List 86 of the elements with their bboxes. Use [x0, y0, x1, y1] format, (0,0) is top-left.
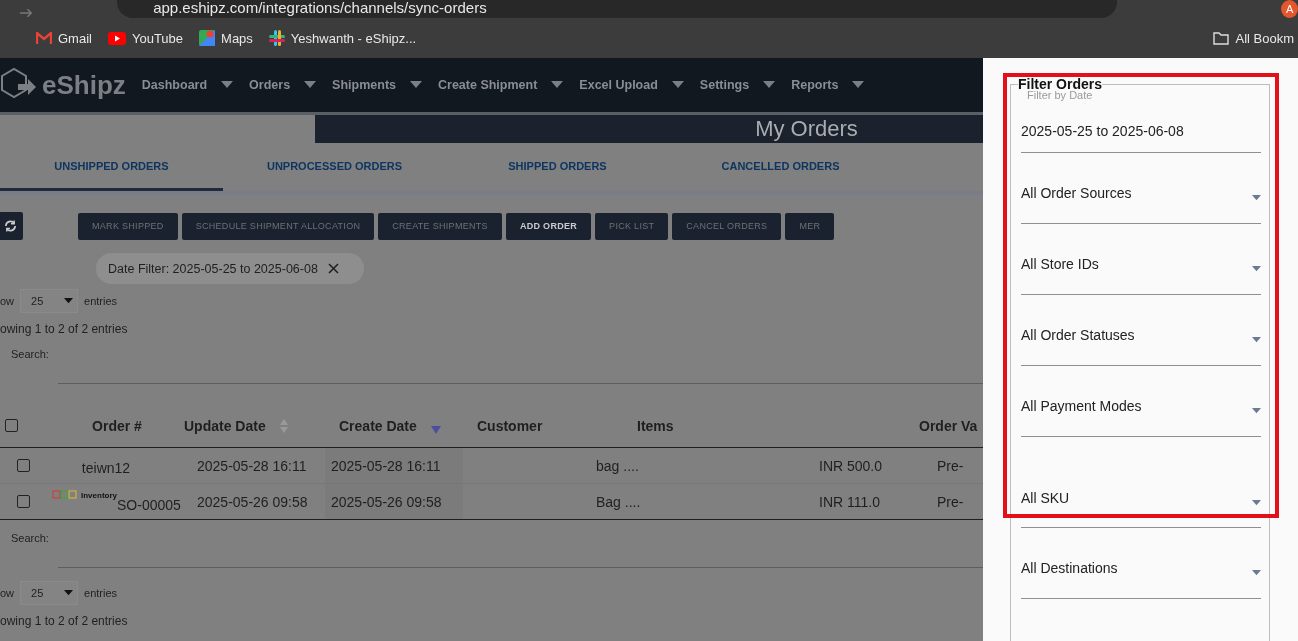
caret-icon: [551, 81, 564, 89]
bookmark-link[interactable]: Yeshwanth - eShipz...: [268, 30, 417, 46]
address-bar[interactable]: app.eshipz.com/integrations/channels/sync-orders: [117, 0, 1118, 18]
entries-select[interactable]: 25: [20, 289, 79, 313]
column-header[interactable]: Order Va: [915, 404, 983, 447]
caret-icon: [852, 81, 865, 89]
filter-select[interactable]: All Destinations: [1021, 528, 1261, 599]
caret-icon: [410, 81, 422, 89]
entries-label: entries: [84, 295, 118, 307]
show-label: ow: [0, 587, 15, 599]
nav-menu-item[interactable]: Dashboard: [141, 78, 234, 92]
create-date-cell: 2025-05-26 09:58: [325, 484, 463, 519]
date-field-label: Filter by Date: [1027, 89, 1094, 101]
create-date-cell: 2025-05-28 16:11: [325, 448, 463, 483]
items-cell-text: bag ....: [595, 456, 640, 476]
entries-info: owing 1 to 2 of 2 entries: [0, 614, 129, 628]
select-all-checkbox[interactable]: [5, 419, 18, 432]
hash-icon: [268, 30, 285, 46]
search-label: Search:: [11, 532, 49, 544]
nav-menu-item[interactable]: Reports: [791, 78, 865, 92]
nav-menu-item[interactable]: Shipments: [332, 78, 422, 92]
caret-icon: [304, 81, 317, 89]
nav-menu-item[interactable]: Excel Upload: [579, 78, 684, 92]
column-header[interactable]: Customer: [463, 404, 590, 447]
payment-cell-text: Pre-: [936, 456, 965, 476]
dropdown-arrow-icon: [1252, 195, 1261, 201]
dropdown-arrow-icon: [1252, 408, 1261, 414]
logo-text: eShipz: [42, 69, 126, 101]
dropdown-arrow-icon: [1252, 337, 1261, 343]
caret-icon: [763, 81, 776, 89]
column-header[interactable]: Items: [590, 404, 790, 447]
orders-tab[interactable]: SHIPPED ORDERS: [446, 143, 669, 191]
date-range-field[interactable]: 2025-05-25 to 2025-06-08: [1021, 113, 1261, 153]
orders-tab[interactable]: UNPROCESSED ORDERS: [223, 143, 446, 191]
action-button[interactable]: ADD ORDER: [505, 212, 592, 240]
order-number: SO-00005: [117, 496, 181, 513]
search-label: Search:: [11, 348, 49, 360]
refresh-icon: [4, 219, 17, 233]
bookmark-link[interactable]: YouTube: [107, 30, 184, 46]
filter-select[interactable]: All Store IDs: [1021, 224, 1261, 295]
inventory-logo: Inventory: [52, 490, 117, 500]
order-number: teiwn12: [81, 459, 131, 476]
profile-avatar[interactable]: A: [1281, 0, 1298, 18]
forward-arrow-icon[interactable]: [20, 8, 34, 18]
filter-select[interactable]: All SKU: [1021, 457, 1261, 528]
filter-select[interactable]: All Order Statuses: [1021, 295, 1261, 366]
mail-icon: [36, 32, 52, 44]
row-checkbox[interactable]: [17, 459, 30, 472]
map-icon: [199, 30, 216, 46]
bookmark-link[interactable]: Maps: [199, 30, 253, 46]
entries-select[interactable]: 25: [20, 581, 79, 605]
filter-title: Filter Orders: [1018, 76, 1103, 92]
value-cell-text: INR 111.0: [818, 492, 881, 512]
refresh-button[interactable]: [0, 212, 23, 240]
orders-tab[interactable]: CANCELLED ORDERS: [669, 143, 892, 191]
chevron-down-icon: [64, 590, 74, 596]
update-date-cell-text: 2025-05-28 16:11: [196, 456, 308, 476]
nav-menu-item[interactable]: Create Shipment: [438, 78, 564, 92]
folder-icon: [1213, 31, 1230, 45]
dropdown-arrow-icon: [1252, 500, 1261, 506]
column-header[interactable]: Create Date: [325, 404, 463, 447]
column-header[interactable]: Order #: [50, 404, 170, 447]
column-header[interactable]: Update Date: [170, 404, 325, 447]
caret-icon: [671, 81, 684, 89]
page-title: My Orders: [315, 115, 983, 143]
filter-select[interactable]: All Order Sources: [1021, 153, 1261, 224]
orders-tab[interactable]: UNSHIPPED ORDERS: [0, 143, 223, 191]
value-cell-text: INR 500.0: [818, 456, 884, 476]
filter-select[interactable]: All Payment Modes: [1021, 366, 1261, 437]
items-cell-text: Bag ....: [595, 492, 642, 512]
bookmark-link[interactable]: Gmail: [36, 30, 92, 46]
row-checkbox[interactable]: [17, 495, 30, 508]
bookmarks-folder[interactable]: All Bookm: [1213, 30, 1294, 46]
show-label: ow: [0, 295, 15, 307]
dropdown-arrow-icon: [1252, 266, 1261, 272]
play-icon: [107, 31, 126, 45]
dropdown-arrow-icon: [1252, 570, 1261, 576]
entries-info: owing 1 to 2 of 2 entries: [0, 322, 129, 336]
date-filter-label: Date Filter: 2025-05-25 to 2025-06-08: [108, 261, 318, 276]
entries-label: entries: [84, 587, 118, 599]
payment-cell-text: Pre-: [936, 492, 965, 512]
nav-menu-item[interactable]: Orders: [249, 78, 317, 92]
nav-menu-item[interactable]: Settings: [699, 78, 776, 92]
caret-icon: [221, 81, 234, 89]
close-icon[interactable]: [327, 263, 339, 274]
chevron-down-icon: [64, 298, 74, 304]
